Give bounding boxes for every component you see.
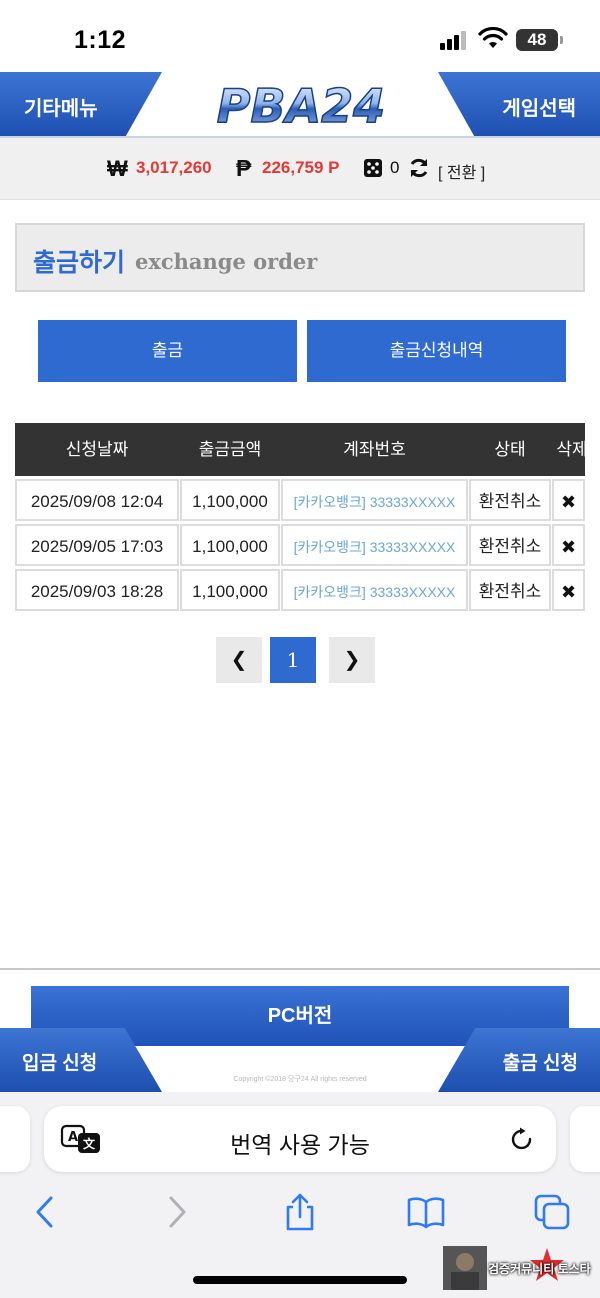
won-icon: ₩ bbox=[107, 156, 128, 181]
row-date: 2025/09/08 12:04 bbox=[15, 479, 179, 521]
site-header: 기타메뉴 PBA24 게임선택 bbox=[0, 72, 600, 138]
battery-indicator: 48 bbox=[516, 29, 563, 51]
prev-page-button[interactable]: ❮ bbox=[216, 637, 262, 683]
wifi-icon bbox=[478, 26, 508, 48]
col-header-account: 계좌번호 bbox=[343, 440, 406, 459]
col-header-date: 신청날짜 bbox=[65, 440, 129, 459]
point-balance: 226,759 P bbox=[262, 158, 340, 177]
status-time: 1:12 bbox=[74, 26, 127, 54]
withdraw-history-button[interactable]: 출금신청내역 bbox=[307, 320, 566, 382]
delete-icon[interactable]: ✖ bbox=[552, 524, 585, 566]
delete-icon[interactable]: ✖ bbox=[552, 569, 585, 611]
row-account: [카카오뱅크] 33333XXXXX bbox=[281, 569, 468, 611]
row-account: [카카오뱅크] 33333XXXXX bbox=[281, 479, 468, 521]
table-row: 2025/09/03 18:28 1,100,000 [카카오뱅크] 33333… bbox=[15, 566, 585, 611]
tabs-icon[interactable] bbox=[532, 1192, 572, 1232]
convert-button[interactable]: [ 전환 ] bbox=[438, 159, 485, 183]
row-status: 환전취소 bbox=[469, 524, 551, 566]
table-row: 2025/09/08 12:04 1,100,000 [카카오뱅크] 33333… bbox=[15, 476, 585, 521]
row-status: 환전취소 bbox=[469, 569, 551, 611]
share-icon[interactable] bbox=[280, 1192, 320, 1232]
row-date: 2025/09/03 18:28 bbox=[15, 569, 179, 611]
game-select-label[interactable]: 게임선택 bbox=[502, 92, 576, 121]
point-icon: ₱ bbox=[236, 155, 252, 181]
bookmarks-icon[interactable] bbox=[406, 1192, 446, 1232]
home-indicator bbox=[193, 1276, 407, 1284]
dice-count: 0 bbox=[390, 158, 400, 177]
back-icon[interactable] bbox=[26, 1192, 66, 1232]
watermark-text: 검증커뮤니티 토스타 bbox=[488, 1262, 591, 1276]
cash-balance: 3,017,260 bbox=[136, 158, 212, 177]
refresh-icon[interactable] bbox=[407, 156, 431, 180]
col-header-delete: 삭제 bbox=[556, 440, 588, 459]
balance-bar: ₩ 3,017,260 ₱ 226,759 P 0 [ 전환 ] bbox=[0, 138, 600, 200]
delete-icon[interactable]: ✖ bbox=[552, 479, 585, 521]
row-amount: 1,100,000 bbox=[180, 524, 280, 566]
deposit-request-label[interactable]: 입금 신청 bbox=[22, 1048, 97, 1075]
next-page-button[interactable]: ❯ bbox=[329, 637, 375, 683]
footer-divider bbox=[0, 968, 600, 970]
signal-icon bbox=[440, 30, 468, 50]
status-bar: 1:12 48 bbox=[0, 0, 600, 72]
page-subtitle: exchange order bbox=[135, 249, 318, 274]
other-menu-label[interactable]: 기타메뉴 bbox=[24, 92, 98, 121]
row-amount: 1,100,000 bbox=[180, 569, 280, 611]
page-title: 출금하기 bbox=[33, 249, 126, 277]
dice-icon bbox=[364, 159, 382, 177]
withdraw-request-label[interactable]: 출금 신청 bbox=[503, 1048, 578, 1075]
row-date: 2025/09/05 17:03 bbox=[15, 524, 179, 566]
reload-icon[interactable] bbox=[508, 1126, 536, 1154]
row-amount: 1,100,000 bbox=[180, 479, 280, 521]
col-header-amount: 출금금액 bbox=[198, 440, 262, 459]
table-row: 2025/09/05 17:03 1,100,000 [카카오뱅크] 33333… bbox=[15, 521, 585, 566]
row-status: 환전취소 bbox=[469, 479, 551, 521]
svg-text:PBA24: PBA24 bbox=[217, 79, 385, 133]
app-screen: 1:12 48 기타메뉴 PBA24 게임선택 ₩ 3,017,260 ₱ 22… bbox=[0, 0, 600, 1298]
section-title-box: 출금하기 exchange order bbox=[15, 223, 585, 292]
row-account: [카카오뱅크] 33333XXXXX bbox=[281, 524, 468, 566]
withdraw-table: 신청날짜 출금금액 계좌번호 상태 삭제 2025/09/08 12:04 1,… bbox=[15, 423, 588, 611]
forward-icon[interactable] bbox=[156, 1192, 196, 1232]
table-header: 신청날짜 출금금액 계좌번호 상태 삭제 bbox=[15, 423, 588, 476]
col-header-status: 상태 bbox=[494, 440, 526, 459]
site-logo[interactable]: PBA24 bbox=[206, 76, 396, 134]
page-1-button[interactable]: 1 bbox=[270, 637, 316, 683]
withdraw-button[interactable]: 출금 bbox=[38, 320, 297, 382]
